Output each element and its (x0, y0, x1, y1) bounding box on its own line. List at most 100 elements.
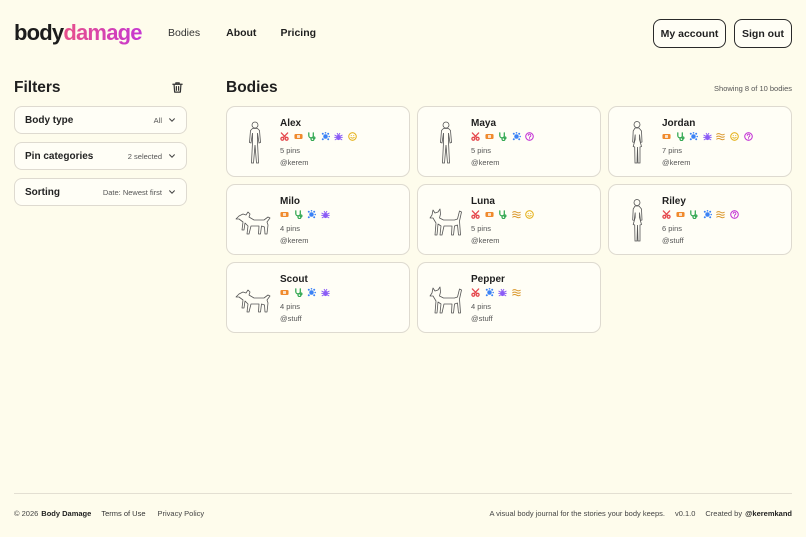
stethoscope-icon (499, 210, 507, 219)
pin-count: 6 pins (662, 224, 683, 233)
privacy-link[interactable]: Privacy Policy (158, 509, 205, 518)
smiley-icon (525, 210, 535, 219)
cat-outline-icon (429, 208, 462, 236)
scissors-icon (280, 132, 289, 141)
pin-category-icons (662, 210, 744, 219)
human-front-outline-icon (249, 121, 261, 164)
filter-body-type[interactable]: Body type All (14, 106, 187, 134)
creator-link[interactable]: @keremkand (745, 509, 792, 518)
owner-handle: @kerem (471, 158, 500, 167)
bug-icon (321, 288, 330, 297)
bandage-icon (485, 211, 494, 218)
logo[interactable]: bodydamage (14, 20, 143, 46)
terms-link[interactable]: Terms of Use (101, 509, 145, 518)
footer-right: A visual body journal for the stories yo… (489, 509, 792, 518)
cat-outline-icon (429, 286, 462, 314)
copyright: © 2026 (14, 509, 39, 518)
created-by-label: Created by (705, 509, 743, 518)
body-card[interactable]: Jordan 7 pins @kerem (608, 106, 792, 177)
body-card[interactable]: Maya 5 pins @kerem (417, 106, 601, 177)
footer-divider (14, 493, 792, 494)
my-account-button[interactable]: My account (653, 19, 726, 48)
virus-icon (512, 132, 521, 141)
body-name: Maya (471, 118, 497, 129)
bug-icon (498, 288, 507, 297)
pin-count: 5 pins (471, 146, 492, 155)
virus-icon (703, 210, 712, 219)
body-card[interactable]: Alex 5 pins @kerem (226, 106, 410, 177)
pin-count: 5 pins (471, 224, 492, 233)
body-card[interactable]: Pepper 4 pins @stuff (417, 262, 601, 333)
footer-left: © 2026 Body Damage Terms of Use Privacy … (14, 509, 204, 518)
owner-handle: @stuff (280, 314, 302, 323)
logo-part-damage: damage (63, 20, 142, 45)
smiley-icon (730, 132, 739, 141)
question-icon (743, 132, 753, 141)
body-card[interactable]: Milo 4 pins @kerem (226, 184, 410, 255)
dog-outline-icon (235, 289, 271, 313)
body-name: Alex (280, 118, 302, 129)
scissors-icon (471, 132, 480, 141)
waves-icon (716, 211, 726, 219)
bandage-icon (662, 133, 671, 140)
waves-icon (512, 211, 521, 219)
stethoscope-icon (294, 210, 303, 219)
chevron-down-icon (169, 118, 175, 122)
filter-value: Date: Newest first (102, 187, 162, 197)
pin-count: 4 pins (280, 302, 301, 311)
bandage-icon (280, 211, 289, 218)
bandage-icon (485, 133, 494, 140)
trash-icon[interactable] (171, 81, 184, 94)
virus-icon (689, 132, 699, 141)
bandage-icon (676, 211, 685, 218)
owner-handle: @stuff (471, 314, 493, 323)
body-card[interactable]: Luna 5 pins @kerem (417, 184, 601, 255)
body-name: Luna (471, 196, 495, 207)
chevron-down-icon (169, 190, 175, 194)
nav-bodies[interactable]: Bodies (168, 27, 200, 39)
dog-outline-icon (235, 211, 271, 235)
filter-value: All (153, 115, 162, 125)
bodies-title: Bodies (226, 79, 278, 96)
filter-pin-categories[interactable]: Pin categories 2 selected (14, 142, 187, 170)
virus-icon (307, 288, 317, 297)
main-nav: Bodies About Pricing (168, 27, 316, 39)
chevron-down-icon (169, 154, 175, 158)
pin-count: 5 pins (280, 146, 301, 155)
scissors-icon (471, 210, 480, 219)
stethoscope-icon (499, 132, 507, 141)
footer-tagline: A visual body journal for the stories yo… (489, 509, 665, 518)
pin-count: 7 pins (662, 146, 683, 155)
body-name: Scout (280, 274, 308, 285)
pin-category-icons (471, 132, 539, 141)
body-name: Riley (662, 196, 686, 207)
filter-sorting[interactable]: Sorting Date: Newest first (14, 178, 187, 206)
bandage-icon (294, 133, 303, 140)
bug-icon (703, 132, 712, 141)
question-icon (730, 210, 739, 219)
pin-category-icons (662, 132, 757, 141)
pin-count: 4 pins (471, 302, 492, 311)
owner-handle: @kerem (280, 158, 309, 167)
virus-icon (307, 210, 317, 219)
body-card[interactable]: Scout 4 pins @stuff (226, 262, 410, 333)
human-side-outline-icon (632, 121, 643, 164)
stethoscope-icon (294, 288, 303, 297)
pin-count: 4 pins (280, 224, 301, 233)
pin-category-icons (280, 288, 334, 297)
owner-handle: @kerem (662, 158, 691, 167)
bandage-icon (280, 289, 289, 296)
human-side-outline-icon (632, 199, 643, 242)
stethoscope-icon (676, 132, 685, 141)
body-name: Milo (280, 196, 300, 207)
pin-category-icons (280, 210, 334, 219)
filter-label: Pin categories (25, 150, 94, 162)
waves-icon (512, 289, 521, 297)
virus-icon (321, 132, 330, 141)
nav-pricing[interactable]: Pricing (280, 27, 316, 39)
body-card[interactable]: Riley 6 pins @stuff (608, 184, 792, 255)
filters-title: Filters (14, 79, 61, 96)
sign-out-button[interactable]: Sign out (734, 19, 792, 48)
bug-icon (321, 210, 330, 219)
nav-about[interactable]: About (226, 27, 256, 39)
